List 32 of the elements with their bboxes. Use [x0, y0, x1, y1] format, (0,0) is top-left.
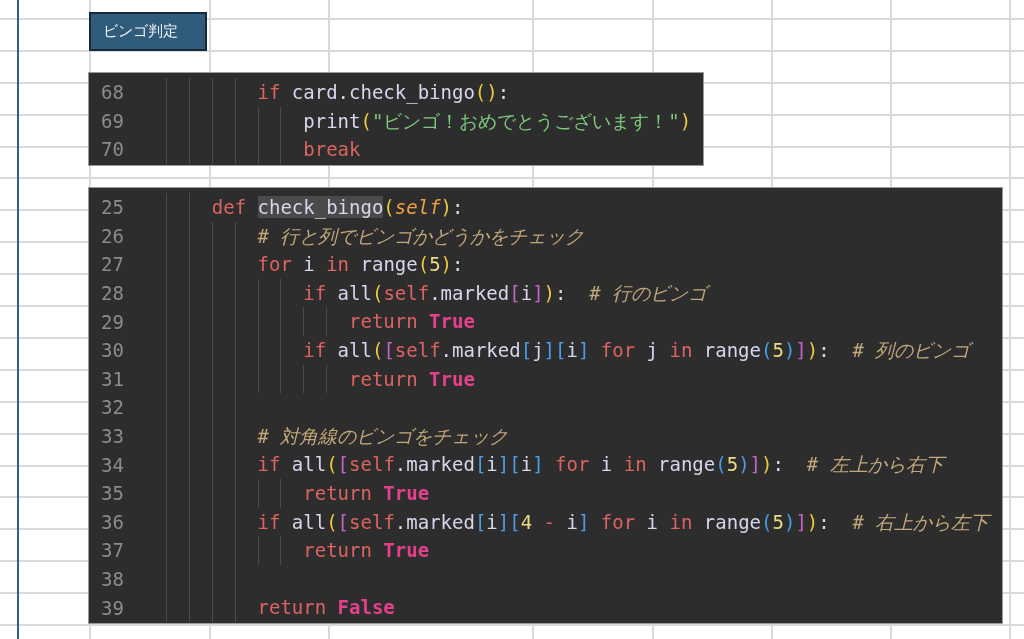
bingo-check-button[interactable]: ビンゴ判定 — [89, 12, 207, 51]
line-number: 70 — [100, 138, 125, 161]
line-number: 27 — [100, 253, 125, 276]
line-number: 34 — [100, 453, 125, 476]
code-line: return True — [166, 364, 475, 394]
code-line: # 対角線のビンゴをチェック — [166, 421, 509, 451]
code-line: break — [166, 135, 361, 164]
line-number: 31 — [100, 367, 125, 390]
line-number: 36 — [100, 510, 125, 533]
code-line: if card.check_bingo(): — [166, 78, 510, 107]
line-number: 37 — [100, 539, 125, 562]
line-number: 32 — [100, 396, 125, 419]
line-number: 30 — [100, 339, 125, 362]
line-number: 33 — [100, 425, 125, 448]
line-number: 35 — [100, 482, 125, 505]
line-number: 29 — [100, 310, 125, 333]
code-line: return True — [166, 536, 430, 565]
line-number: 26 — [100, 224, 125, 247]
line-number: 68 — [100, 81, 125, 104]
line-number: 25 — [100, 196, 125, 219]
code-line: print("ビンゴ！おめでとうございます！") — [166, 106, 692, 136]
code-line: # 行と列でビンゴかどうかをチェック — [166, 221, 585, 251]
line-number: 69 — [100, 109, 125, 132]
code-line: return False — [166, 593, 395, 622]
code-line: return True — [166, 478, 430, 508]
code-line: for i in range(5): — [166, 250, 464, 279]
code-line: return True — [166, 307, 475, 336]
line-number: 28 — [100, 282, 125, 305]
line-number: 38 — [100, 568, 125, 590]
code-line: if all([self.marked[i][4 - i] for i in range(5)]): # 右上から左下 — [166, 507, 990, 537]
code-line: def check_bingo(self): — [166, 193, 464, 222]
line-number: 39 — [100, 596, 125, 619]
